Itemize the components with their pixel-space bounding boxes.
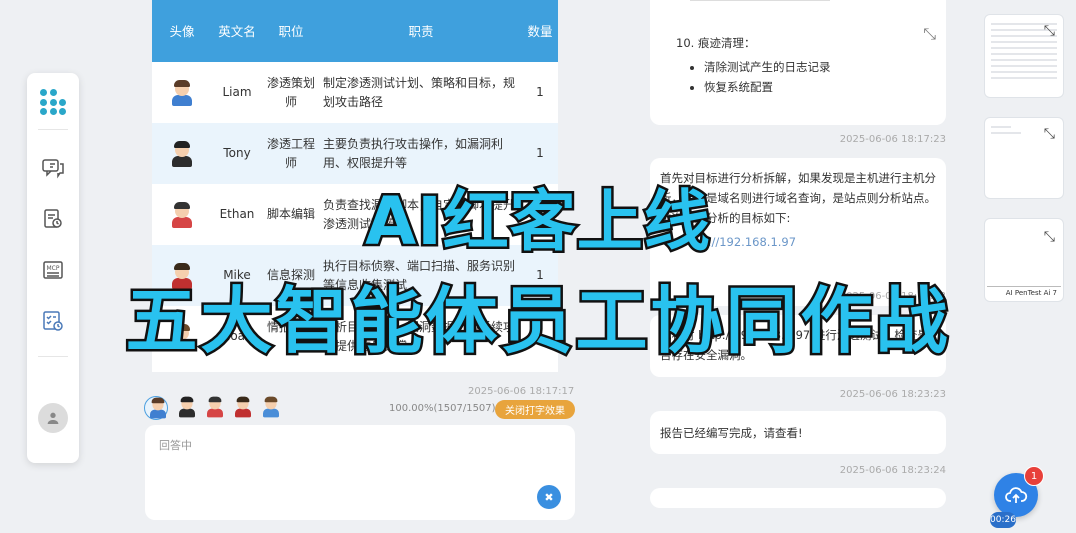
stop-button[interactable]: ✖	[537, 485, 561, 509]
list-item: 清除测试产生的日志记录	[704, 57, 936, 77]
report-thumbnail[interactable]: ⤡ AI PenTest Ai 7	[984, 218, 1064, 302]
history-doc-icon[interactable]	[36, 202, 70, 236]
toggle-typing-button[interactable]: 关闭打字效果	[495, 400, 575, 419]
elapsed-timer: 00:26	[990, 512, 1016, 528]
agent-qty: 1	[536, 329, 544, 343]
agent-selector-avatar[interactable]	[144, 396, 168, 420]
agent-name: Mike	[223, 268, 251, 282]
expand-icon[interactable]: ⤡	[1044, 126, 1055, 142]
notification-badge: 1	[1024, 466, 1044, 486]
svg-text:MCP: MCP	[47, 265, 60, 272]
task-list-icon[interactable]	[36, 304, 70, 338]
agent-position: 信息探测	[266, 268, 315, 282]
agent-avatar-icon	[261, 396, 282, 418]
agent-avatar-cell	[152, 123, 212, 184]
agent-avatar-icon	[233, 396, 254, 418]
agent-selector-avatar[interactable]	[258, 396, 280, 418]
message-timestamp: 2025-06-06 18:17:17	[468, 386, 575, 397]
expand-icon[interactable]: ⤡	[1044, 229, 1055, 245]
chat-message: 10. 痕迹清理： 清除测试产生的日志记录 恢复系统配置 ⤡	[650, 0, 946, 125]
agent-avatar-icon	[205, 396, 226, 418]
chat-icon[interactable]	[36, 151, 70, 185]
agent-qty: 1	[536, 146, 544, 160]
agent-selector-avatar[interactable]	[202, 396, 224, 418]
message-timestamp: 2025-06-06 18:23:24	[839, 465, 946, 476]
table-row: Tony 渗透工程师 主要负责执行攻击操作，如漏洞利用、权限提升等 1	[152, 123, 558, 184]
agent-selector-avatar[interactable]	[174, 396, 196, 418]
agent-avatar-icon	[169, 79, 195, 106]
agent-position: 脚本编辑	[266, 207, 315, 221]
chat-message: 我将对 http://192.168.1.97 进行渗透测试，检查是否存在安全漏…	[650, 315, 946, 377]
agents-table: 头像 英文名 职位 职责 数量 Liam 渗透策划师 制定渗透测试计划、策略和目标，…	[152, 0, 558, 372]
message-input[interactable]: 回答中 ✖	[145, 425, 575, 520]
chat-message: 首先对目标进行分析拆解，如果发现是主机进行主机分析，如果是域名则进行域名查询，是…	[650, 158, 946, 306]
agent-qty: 1	[536, 207, 544, 221]
expand-icon[interactable]: ⤡	[1044, 23, 1055, 39]
agent-avatar-cell	[152, 184, 212, 245]
agent-name: Noah	[221, 329, 253, 343]
agent-duty: 主要负责执行攻击操作，如漏洞利用、权限提升等	[323, 136, 504, 170]
user-avatar-icon[interactable]	[38, 403, 68, 433]
report-thumbnail[interactable]: ⤡	[984, 117, 1064, 199]
input-placeholder: 回答中	[159, 439, 192, 452]
list-item: 恢复系统配置	[704, 77, 936, 97]
agent-position: 渗透工程师	[266, 136, 315, 170]
chat-message	[650, 488, 946, 508]
thumbnail-caption: AI PenTest Ai 7	[1005, 289, 1057, 297]
agent-qty: 1	[536, 268, 544, 282]
agent-name: Tony	[223, 146, 251, 160]
expand-icon[interactable]: ⤡	[923, 24, 936, 44]
agent-position: 渗透策划师	[266, 75, 315, 109]
agent-name: Ethan	[219, 207, 255, 221]
agent-selector-avatar[interactable]	[230, 396, 252, 418]
message-text: 我将对 http://192.168.1.97 进行渗透测试，检查是否存在安全漏…	[660, 328, 929, 362]
header-qty: 数量	[527, 23, 553, 39]
chat-panel: 10. 痕迹清理： 清除测试产生的日志记录 恢复系统配置 ⤡ 2025-06-0…	[650, 0, 946, 533]
agent-avatar-icon	[169, 262, 195, 289]
agent-avatar-cell	[152, 245, 212, 306]
message-text: 报告已经编写完成，请查看!	[660, 426, 803, 440]
agent-duty: 执行目标侦察、端口扫描、服务识别等信息收集测试	[323, 258, 516, 292]
header-duty: 职责	[408, 23, 434, 39]
message-timestamp: 2025-06-06 18:17:23	[839, 134, 946, 145]
header-name: 英文名	[218, 23, 256, 39]
mcp-icon[interactable]: MCP	[36, 253, 70, 287]
table-row: Noah 情报分析师 分析目标信息、漏洞数据，为后续攻击提供信息支撑 1	[152, 306, 558, 367]
table-row: Ethan 脚本编辑 负责查找漏洞脚本，自定义脚本提升渗透测试弹药 1	[152, 184, 558, 245]
report-thumbnail[interactable]: ⤡	[984, 14, 1064, 98]
message-timestamp: 2025-06-06 18:23:23	[839, 389, 946, 400]
agent-avatar-icon	[169, 140, 195, 167]
agent-position: 情报分析师	[266, 319, 315, 353]
agent-avatar-cell	[152, 62, 212, 123]
agent-avatar-icon	[169, 323, 195, 350]
table-row: Mike 信息探测 执行目标侦察、端口扫描、服务识别等信息收集测试 1	[152, 245, 558, 306]
message-timestamp: 2025-06-06 18:17:23	[839, 291, 946, 302]
agent-duty: 负责查找漏洞脚本，自定义脚本提升渗透测试弹药	[323, 197, 516, 231]
agent-avatar-bar	[144, 396, 280, 420]
agent-qty: 1	[536, 85, 544, 99]
agent-avatar-icon	[148, 397, 169, 419]
chat-message: 报告已经编写完成，请查看!	[650, 411, 946, 454]
table-header-row: 头像 英文名 职位 职责 数量	[152, 0, 558, 62]
sidebar: MCP	[27, 73, 79, 463]
target-link[interactable]: http://192.168.1.97	[684, 232, 936, 252]
agent-avatar-icon	[177, 396, 198, 418]
sidebar-divider	[38, 356, 68, 357]
progress-text: 100.00%(1507/1507)	[389, 403, 496, 414]
message-text: 首先对目标进行分析拆解，如果发现是主机进行主机分析，如果是域名则进行域名查询，是…	[660, 171, 936, 225]
agent-avatar-icon	[169, 201, 195, 228]
header-position: 职位	[278, 23, 304, 39]
logo-icon[interactable]	[40, 89, 66, 115]
agent-avatar-cell	[152, 306, 212, 367]
sidebar-divider	[38, 129, 68, 130]
header-avatar: 头像	[169, 23, 195, 39]
agent-name: Liam	[222, 85, 252, 99]
agent-duty: 制定渗透测试计划、策略和目标，规划攻击路径	[323, 75, 516, 109]
table-row: Liam 渗透策划师 制定渗透测试计划、策略和目标，规划攻击路径 1	[152, 62, 558, 123]
message-heading: 10. 痕迹清理：	[676, 36, 756, 50]
agent-duty: 分析目标信息、漏洞数据，为后续攻击提供信息支撑	[323, 319, 516, 353]
